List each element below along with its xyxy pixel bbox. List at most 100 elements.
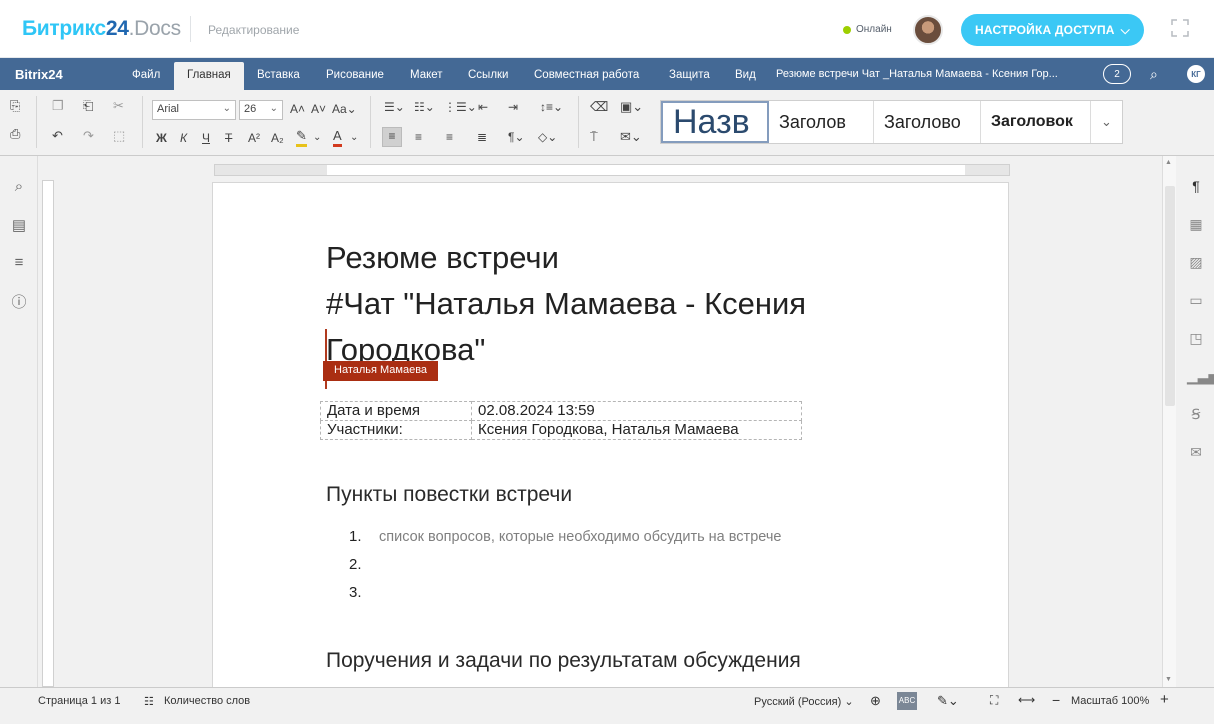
fullscreen-icon[interactable]: [1171, 19, 1191, 39]
track-changes-icon[interactable]: ✎⌄: [937, 693, 959, 709]
paste-special-icon[interactable]: ⎘: [10, 98, 20, 114]
scroll-down-icon[interactable]: ▼: [1165, 676, 1172, 683]
tab-references[interactable]: Ссылки: [468, 69, 509, 81]
tab-collaboration[interactable]: Совместная работа: [534, 69, 639, 81]
justify-icon[interactable]: ≣: [477, 129, 487, 145]
fit-page-icon[interactable]: ⛶: [990, 693, 998, 708]
scroll-thumb[interactable]: [1165, 186, 1175, 406]
cut-icon[interactable]: ✂: [113, 98, 124, 114]
agenda-list[interactable]: 1. список вопросов, которые необходимо об…: [349, 523, 781, 607]
navigation-icon[interactable]: ≡: [10, 254, 28, 272]
paste-icon[interactable]: ⎗: [83, 98, 93, 114]
list-text: список вопросов, которые необходимо обсу…: [379, 529, 782, 545]
word-count[interactable]: Количество слов: [164, 695, 250, 707]
underline-icon[interactable]: Ч: [202, 130, 210, 146]
bullet-list-icon[interactable]: ☰⌄: [384, 99, 405, 115]
globe-icon[interactable]: ⊕: [870, 693, 881, 709]
subscript-icon[interactable]: A₂: [271, 130, 284, 146]
chevron-down-icon[interactable]: ⌄: [313, 130, 321, 146]
text-art-icon[interactable]: Ꞩ: [1187, 406, 1205, 424]
numbered-list-icon[interactable]: ☷⌄: [414, 99, 435, 115]
mail-merge-icon[interactable]: ✉: [1187, 444, 1205, 462]
shading-icon[interactable]: ◇⌄: [538, 129, 557, 145]
user-avatar[interactable]: КГ: [1187, 65, 1205, 83]
style-heading-3[interactable]: Заголовок: [981, 101, 1091, 143]
align-right-icon[interactable]: ≡: [446, 129, 453, 145]
decrease-indent-icon[interactable]: ⇤: [478, 99, 488, 115]
tasks-heading[interactable]: Поручения и задачи по результатам обсужд…: [326, 649, 801, 673]
align-center-icon[interactable]: ≡: [415, 129, 422, 145]
avatar[interactable]: [913, 15, 943, 45]
style-heading-1[interactable]: Заголов: [769, 101, 874, 143]
scroll-up-icon[interactable]: ▲: [1165, 159, 1172, 166]
tab-insert[interactable]: Вставка: [257, 69, 300, 81]
style-heading-2[interactable]: Заголово: [874, 101, 981, 143]
language-select[interactable]: Русский (Россия) ⌄: [754, 695, 854, 708]
change-case-icon[interactable]: Aa⌄: [332, 101, 357, 117]
tab-draw[interactable]: Рисование: [326, 69, 384, 81]
meta-label[interactable]: Дата и время: [320, 401, 472, 421]
shape-settings-icon[interactable]: ◳: [1187, 330, 1205, 348]
meta-label[interactable]: Участники:: [320, 420, 472, 440]
users-count-badge[interactable]: 2: [1103, 64, 1131, 84]
tab-protection[interactable]: Защита: [669, 69, 710, 81]
clear-format-icon[interactable]: ⌫: [590, 99, 608, 115]
font-name-select[interactable]: Arial ⌄: [152, 100, 236, 120]
tab-file[interactable]: Файл: [132, 69, 160, 81]
vertical-ruler[interactable]: [38, 156, 58, 687]
comments-icon[interactable]: ▤: [10, 216, 28, 234]
print-icon[interactable]: ⎙: [10, 126, 20, 142]
vertical-scrollbar[interactable]: ▲ ▼: [1162, 156, 1176, 687]
color-scheme-icon[interactable]: ▣⌄: [620, 99, 643, 115]
fit-width-icon[interactable]: ⟷: [1018, 693, 1035, 707]
agenda-heading[interactable]: Пункты повестки встречи: [326, 483, 572, 507]
multilevel-list-icon[interactable]: ⋮☰⌄: [444, 99, 477, 115]
tab-layout[interactable]: Макет: [410, 69, 443, 81]
copy-style-icon[interactable]: ⍑: [590, 129, 598, 145]
paragraph-settings-icon[interactable]: ¶: [1187, 178, 1205, 196]
line-spacing-icon[interactable]: ↕≡⌄: [540, 99, 563, 115]
increase-font-icon[interactable]: A˄: [290, 101, 305, 117]
superscript-icon[interactable]: A²: [248, 130, 260, 146]
style-title[interactable]: Назв: [661, 101, 769, 143]
table-settings-icon[interactable]: ▦: [1187, 216, 1205, 234]
decrease-font-icon[interactable]: A˅: [311, 101, 326, 117]
page-indicator[interactable]: Страница 1 из 1: [38, 695, 120, 707]
meta-value[interactable]: Ксения Городкова, Наталья Мамаева: [471, 420, 802, 440]
paragraph-marks-icon[interactable]: ¶⌄: [508, 129, 525, 145]
document-page[interactable]: Резюме встречи #Чат "Наталья Мамаева - К…: [212, 182, 1009, 687]
image-settings-icon[interactable]: ▨: [1187, 254, 1205, 272]
search-icon[interactable]: ⌕: [1150, 66, 1158, 83]
word-count-icon[interactable]: ☷: [144, 695, 154, 708]
meta-value[interactable]: 02.08.2024 13:59: [471, 401, 802, 421]
logo[interactable]: Битрикс24.Docs: [22, 17, 181, 41]
font-size-select[interactable]: 26 ⌄: [239, 100, 283, 120]
strikethrough-icon[interactable]: Т: [225, 130, 232, 146]
search-icon[interactable]: ⌕: [10, 178, 28, 196]
zoom-out-icon[interactable]: −: [1052, 692, 1060, 708]
horizontal-ruler[interactable]: [214, 164, 1010, 176]
redo-icon[interactable]: ↷: [83, 128, 94, 144]
tab-home[interactable]: Главная: [174, 62, 244, 90]
spellcheck-icon[interactable]: ABC: [897, 692, 917, 710]
document-heading[interactable]: Резюме встречи #Чат "Наталья Мамаева - К…: [326, 235, 926, 373]
undo-icon[interactable]: ↶: [52, 128, 63, 144]
header-footer-icon[interactable]: ▭: [1187, 292, 1205, 310]
zoom-in-icon[interactable]: +: [1160, 691, 1169, 708]
tab-view[interactable]: Вид: [735, 69, 756, 81]
mail-merge-icon[interactable]: ✉⌄: [620, 129, 642, 145]
chevron-down-icon[interactable]: ⌄: [1091, 101, 1122, 143]
chevron-down-icon[interactable]: ⌄: [350, 130, 358, 146]
bold-icon[interactable]: Ж: [156, 130, 167, 146]
meta-table[interactable]: Дата и время 02.08.2024 13:59 Участники:…: [320, 401, 802, 440]
select-all-icon[interactable]: ⬚: [113, 128, 125, 144]
access-settings-button[interactable]: НАСТРОЙКА ДОСТУПА ⌵: [961, 14, 1144, 46]
increase-indent-icon[interactable]: ⇥: [508, 99, 518, 115]
highlight-icon[interactable]: ✎: [296, 128, 307, 147]
align-left-icon[interactable]: ≡: [382, 127, 402, 147]
font-color-icon[interactable]: A: [333, 128, 342, 147]
italic-icon[interactable]: К: [180, 130, 187, 146]
chart-settings-icon[interactable]: ▁▃▅: [1187, 368, 1214, 386]
copy-icon[interactable]: ❐: [52, 98, 64, 114]
info-icon[interactable]: ⓘ: [10, 291, 28, 311]
